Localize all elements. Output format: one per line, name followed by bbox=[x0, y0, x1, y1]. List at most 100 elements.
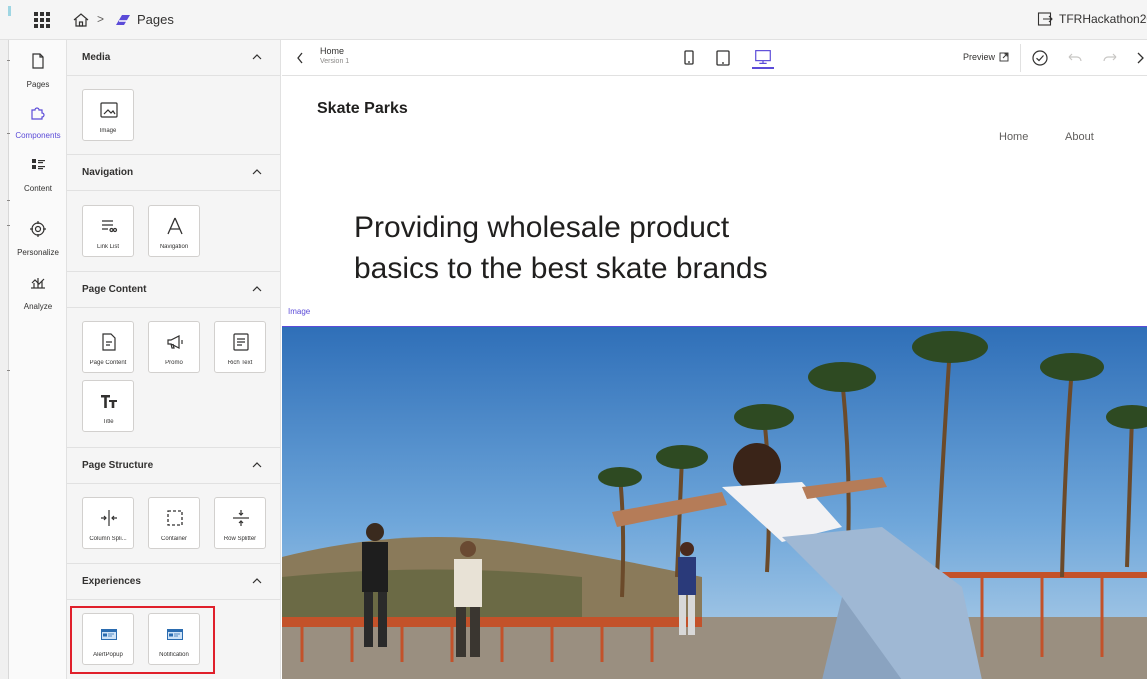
section-header-page-content[interactable]: Page Content bbox=[67, 272, 280, 308]
analyze-icon bbox=[31, 278, 45, 289]
page-content-icon bbox=[102, 333, 116, 351]
nav-link-about[interactable]: About bbox=[1065, 131, 1094, 143]
site-name[interactable]: Skate Parks bbox=[317, 100, 408, 118]
skatepark-photo bbox=[282, 327, 1147, 679]
pages-logo-icon bbox=[116, 15, 130, 25]
puzzle-icon bbox=[31, 107, 45, 120]
redo-icon[interactable] bbox=[1101, 49, 1119, 67]
tile-label: Rich Text bbox=[227, 360, 253, 366]
desktop-icon[interactable] bbox=[752, 47, 774, 69]
section-header-media[interactable]: Media bbox=[67, 40, 280, 76]
rail-label: Analyze bbox=[23, 302, 53, 311]
hero-title[interactable]: Providing wholesale product basics to th… bbox=[354, 207, 914, 289]
section-header-page-structure[interactable]: Page Structure bbox=[67, 448, 280, 484]
open-external-icon bbox=[999, 52, 1009, 62]
tile-label: Navigation bbox=[159, 244, 189, 250]
rail-edge bbox=[0, 40, 9, 679]
tile-label: Row Splitter bbox=[223, 536, 257, 542]
rail-item-content[interactable]: Content bbox=[9, 156, 67, 196]
chevron-up-icon bbox=[252, 54, 262, 60]
row-splitter-icon bbox=[233, 510, 249, 526]
section-header-navigation[interactable]: Navigation bbox=[67, 155, 280, 191]
section-title: Page Structure bbox=[82, 460, 154, 471]
component-tile-title[interactable]: Title bbox=[82, 380, 134, 432]
component-label-image: Image bbox=[288, 307, 311, 316]
section-title: Experiences bbox=[82, 576, 141, 587]
rail-item-personalize[interactable]: Personalize bbox=[9, 220, 67, 260]
mobile-icon[interactable] bbox=[678, 47, 700, 69]
rail-label: Content bbox=[23, 184, 53, 193]
components-panel: Media Image Navigation Link List Navigat… bbox=[67, 40, 281, 679]
component-tile-promo[interactable]: Promo bbox=[148, 321, 200, 373]
app-window: > Pages TFRHackathon2023 Pages Component… bbox=[0, 0, 1147, 679]
image-icon bbox=[100, 102, 118, 118]
component-tile-container[interactable]: Container bbox=[148, 497, 200, 549]
section-header-experiences[interactable]: Experiences bbox=[67, 564, 280, 600]
section-title: Navigation bbox=[82, 167, 134, 178]
account-name: TFRHackathon2023 bbox=[1059, 12, 1147, 26]
component-tile-column-splitter[interactable]: Column Spli... bbox=[82, 497, 134, 549]
chevron-up-icon bbox=[252, 286, 262, 292]
undo-icon[interactable] bbox=[1066, 49, 1084, 67]
section-title: Media bbox=[82, 52, 111, 63]
target-icon bbox=[30, 221, 46, 237]
rail-item-analyze[interactable]: Analyze bbox=[9, 274, 67, 314]
hero-image[interactable] bbox=[282, 326, 1147, 679]
preview-label: Preview bbox=[963, 52, 996, 62]
tablet-icon[interactable] bbox=[712, 47, 734, 69]
container-icon bbox=[167, 510, 183, 526]
home-icon[interactable] bbox=[72, 11, 90, 29]
chevron-up-icon bbox=[252, 462, 262, 468]
switch-tenant-icon bbox=[1037, 12, 1053, 26]
top-accent-mark bbox=[8, 6, 11, 16]
rail-label: Components bbox=[15, 131, 61, 140]
page-title: Home bbox=[320, 46, 345, 56]
rail-item-components[interactable]: Components bbox=[9, 103, 67, 143]
tile-label: Column Spli... bbox=[89, 536, 127, 542]
edge-mark bbox=[7, 200, 10, 201]
page-canvas: Skate Parks Home About Providing wholesa… bbox=[282, 77, 1147, 679]
tile-label: Image bbox=[99, 128, 117, 134]
column-splitter-icon bbox=[101, 510, 117, 526]
rich-text-icon bbox=[233, 333, 249, 351]
preview-button[interactable]: Preview bbox=[963, 52, 1009, 62]
divider bbox=[1020, 44, 1021, 72]
tile-label: Promo bbox=[165, 360, 183, 366]
tile-label: Page Content bbox=[89, 360, 127, 366]
left-rail: Pages Components Content Personalize Ana… bbox=[0, 40, 67, 679]
close-icon[interactable] bbox=[1133, 49, 1147, 67]
component-tile-link-list[interactable]: Link List bbox=[82, 205, 134, 257]
megaphone-icon bbox=[167, 335, 183, 349]
highlight-annotation bbox=[70, 606, 215, 674]
hero-line: basics to the best skate brands bbox=[354, 252, 768, 285]
edge-mark bbox=[7, 370, 10, 371]
component-tile-navigation[interactable]: Navigation bbox=[148, 205, 200, 257]
breadcrumb-pages[interactable]: Pages bbox=[137, 12, 174, 27]
component-tile-rich-text[interactable]: Rich Text bbox=[214, 321, 266, 373]
chevron-up-icon bbox=[252, 169, 262, 175]
tile-label: Link List bbox=[96, 244, 119, 250]
content-list-icon bbox=[32, 159, 45, 170]
rail-item-pages[interactable]: Pages bbox=[9, 52, 67, 92]
navigation-icon bbox=[167, 217, 183, 235]
editor-toolbar: Home Version 1 Preview bbox=[282, 40, 1147, 76]
breadcrumb-separator: > bbox=[97, 12, 105, 26]
hero-line: Providing wholesale product bbox=[354, 211, 730, 244]
account-switcher[interactable]: TFRHackathon2023 bbox=[1037, 11, 1147, 27]
tile-label: Container bbox=[160, 536, 187, 542]
top-bar: > Pages TFRHackathon2023 bbox=[0, 0, 1147, 40]
chevron-left-icon[interactable] bbox=[296, 52, 304, 64]
title-icon bbox=[101, 395, 117, 408]
page-version[interactable]: Version 1 bbox=[320, 58, 349, 65]
chevron-up-icon bbox=[252, 578, 262, 584]
component-tile-image[interactable]: Image bbox=[82, 89, 134, 141]
rail-label: Pages bbox=[26, 80, 50, 89]
component-tile-page-content[interactable]: Page Content bbox=[82, 321, 134, 373]
section-title: Page Content bbox=[82, 284, 147, 295]
check-circle-icon[interactable] bbox=[1031, 49, 1049, 67]
nav-link-home[interactable]: Home bbox=[999, 131, 1028, 143]
component-tile-row-splitter[interactable]: Row Splitter bbox=[214, 497, 266, 549]
page-icon bbox=[32, 53, 44, 69]
app-launcher-icon[interactable] bbox=[34, 12, 50, 28]
rail-label: Personalize bbox=[17, 248, 59, 257]
